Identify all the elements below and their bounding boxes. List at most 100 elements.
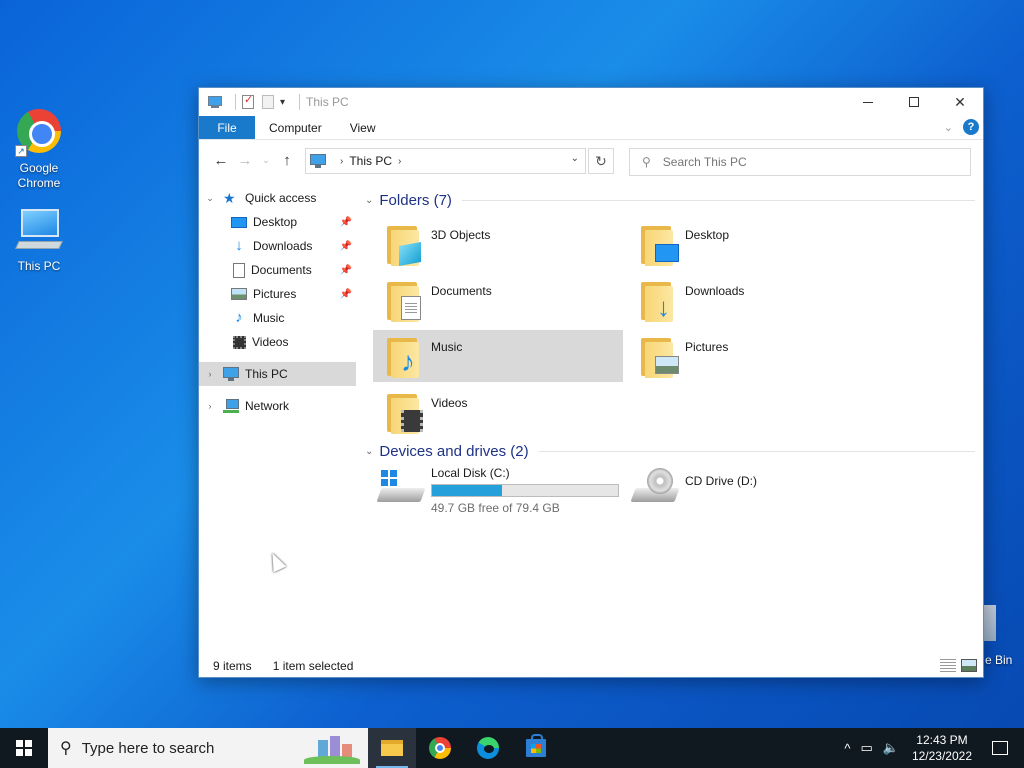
address-dropdown-icon[interactable]: ⌄ [571,153,579,164]
properties-icon[interactable] [242,93,254,109]
large-icons-view-icon[interactable] [961,659,977,672]
expand-chevron-icon[interactable]: › [205,401,215,411]
system-tray: ^ ▭ 🔈 12:43 PM 12/23/2022 [839,728,1024,768]
window-title: This PC [306,95,349,109]
computer-icon [15,207,63,255]
sidebar-item-pictures[interactable]: Pictures 📌 [199,282,356,306]
drive-usage-bar [431,484,619,497]
pin-icon: 📌 [339,288,352,300]
folder-name: Music [431,340,463,354]
details-view-icon[interactable] [940,659,956,672]
sidebar-item-quick-access[interactable]: ⌄ ★ Quick access [199,186,356,210]
sidebar-item-this-pc[interactable]: › This PC [199,362,356,386]
folder-tile-downloads[interactable]: ↓ Downloads [627,274,877,326]
customize-dropdown-icon[interactable]: ▾ [280,97,285,108]
hard-disk-icon [376,466,426,506]
search-box[interactable]: ⚲ [629,148,971,176]
file-explorer-window: ▾ This PC ✕ File Computer View ⌄ ? ← → ⌄… [198,87,984,678]
sidebar-item-desktop[interactable]: Desktop 📌 [199,210,356,234]
close-icon: ✕ [954,93,966,110]
close-button[interactable]: ✕ [937,88,983,116]
drive-tile-cd-drive-d[interactable]: CD Drive (D:) [630,466,757,506]
folder-tile-3d-objects[interactable]: 3D Objects [373,218,623,270]
refresh-button[interactable]: ↻ [588,148,614,174]
folder-tile-pictures[interactable]: Pictures [627,330,877,382]
taskbar-search-box[interactable]: ⚲ Type here to search [48,728,368,768]
drive-tile-local-disk-c[interactable]: Local Disk (C:) 49.7 GB free of 79.4 GB [376,466,619,515]
sidebar-item-music[interactable]: ♪ Music [199,306,356,330]
clock-time: 12:43 PM [916,733,968,747]
drives-group-header[interactable]: ⌄ Devices and drives (2) [365,443,975,460]
recent-locations-button[interactable]: ⌄ [257,155,275,166]
desktop-icon-this-pc[interactable]: This PC [1,207,77,274]
folder-tile-music[interactable]: ♪ Music [373,330,623,382]
sidebar-item-documents[interactable]: Documents 📌 [199,258,356,282]
folder-name: Pictures [685,340,729,354]
sidebar-item-label: Videos [252,335,289,349]
sidebar-item-label: Downloads [253,239,313,253]
store-icon [526,734,546,757]
minimize-button[interactable] [845,88,891,116]
volume-icon[interactable]: 🔈 [883,740,899,756]
desktop-icon-google-chrome[interactable]: ↗ Google Chrome [1,107,77,191]
taskbar-store[interactable] [512,728,560,768]
taskbar-chrome[interactable] [416,728,464,768]
notifications-icon[interactable] [992,741,1008,755]
music-icon: ♪ [235,309,243,326]
search-input[interactable] [662,155,943,169]
clock[interactable]: 12:43 PM 12/23/2022 [912,732,972,764]
videos-icon [233,335,246,349]
expand-ribbon-icon[interactable]: ⌄ [944,121,953,134]
address-bar[interactable]: › This PC › ⌄ [305,148,586,174]
sidebar-item-label: This PC [245,367,288,381]
tab-view[interactable]: View [336,116,390,139]
help-icon[interactable]: ? [963,119,979,135]
breadcrumb-chevron-icon[interactable]: › [398,156,401,167]
documents-icon [233,262,245,278]
tab-computer[interactable]: Computer [255,116,336,139]
folder-tile-documents[interactable]: Documents [373,274,623,326]
breadcrumb-chevron-icon[interactable]: › [340,156,343,167]
chrome-icon [429,737,451,759]
back-button[interactable]: ← [209,152,233,169]
collapse-chevron-icon[interactable]: ⌄ [365,446,373,457]
collapse-chevron-icon[interactable]: ⌄ [205,193,215,204]
search-icon: ⚲ [642,155,651,169]
new-folder-icon[interactable] [262,95,274,109]
maximize-button[interactable] [891,88,937,116]
sidebar-item-downloads[interactable]: ↓ Downloads 📌 [199,234,356,258]
show-hidden-icons-chevron-icon[interactable]: ^ [844,741,850,756]
folder-tile-videos[interactable]: Videos [373,386,623,438]
folders-group-header[interactable]: ⌄ Folders (7) [365,192,975,209]
minimize-icon [863,101,873,103]
folder-name: Documents [431,284,492,298]
title-bar[interactable]: ▾ This PC ✕ [199,88,983,116]
star-icon: ★ [223,190,236,206]
pin-icon: 📌 [339,264,352,276]
folder-tile-desktop[interactable]: Desktop [627,218,877,270]
network-status-icon[interactable]: ▭ [860,740,872,756]
videos-folder-icon [385,390,425,434]
pictures-icon [231,288,247,300]
shortcut-arrow-icon: ↗ [15,145,27,157]
network-icon [223,399,239,413]
collapse-chevron-icon[interactable]: ⌄ [365,195,373,206]
taskbar-file-explorer[interactable] [368,728,416,768]
sidebar-item-network[interactable]: › Network [199,394,356,418]
navigation-pane: ⌄ ★ Quick access Desktop 📌 ↓ Downloads 📌… [199,182,356,652]
computer-icon [223,367,239,381]
downloads-folder-icon: ↓ [639,278,679,322]
cd-drive-icon [630,466,680,506]
tab-file[interactable]: File [199,116,255,139]
forward-button[interactable]: → [233,152,257,169]
desktop-folder-icon [639,222,679,266]
sidebar-item-videos[interactable]: Videos [199,330,356,354]
taskbar-edge[interactable] [464,728,512,768]
up-button[interactable]: ↑ [275,152,299,169]
breadcrumb-this-pc[interactable]: This PC [349,154,392,168]
expand-chevron-icon[interactable]: › [205,369,215,379]
start-button[interactable] [0,728,48,768]
sidebar-item-label: Music [253,311,285,325]
drive-name: Local Disk (C:) [431,466,510,480]
drive-free-space: 49.7 GB free of 79.4 GB [431,501,560,515]
